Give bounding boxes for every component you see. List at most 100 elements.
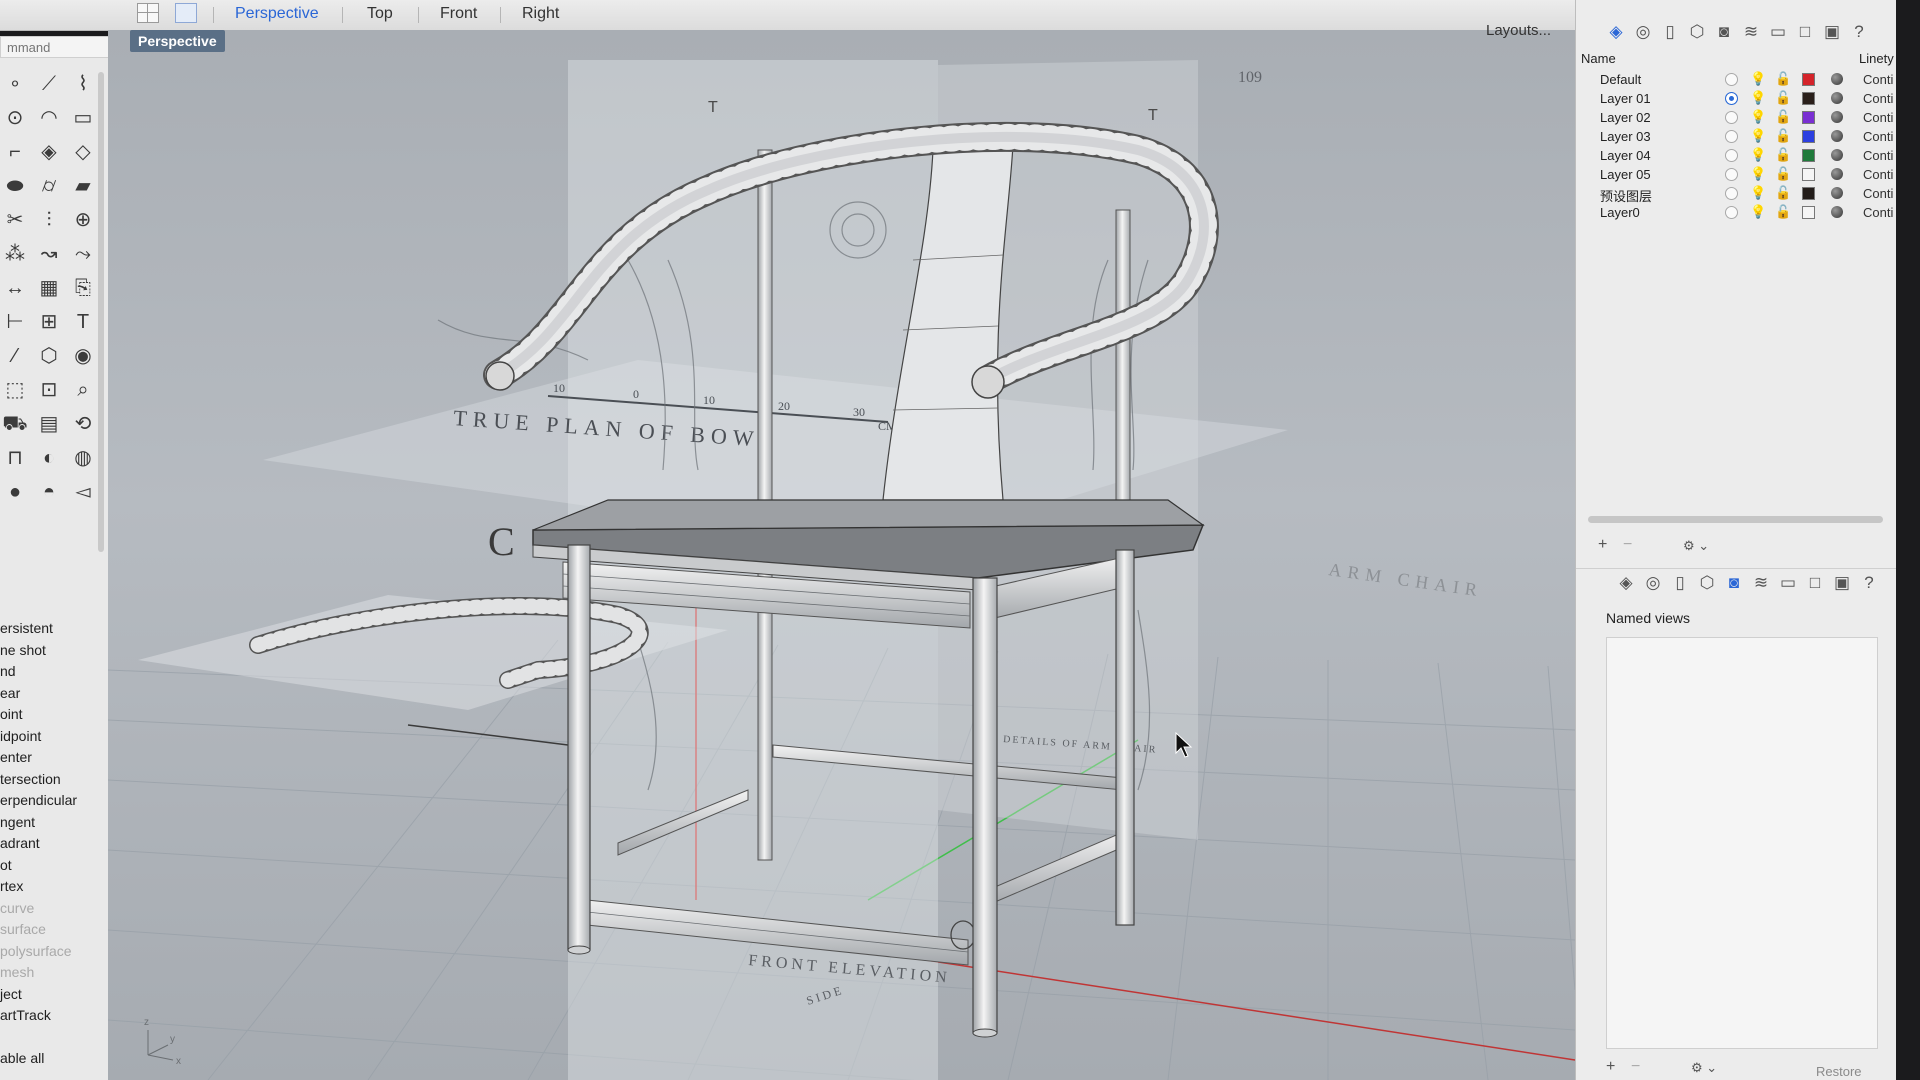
lightbulb-icon[interactable]: 💡 bbox=[1750, 109, 1766, 125]
arrow-icon[interactable]: ◅ bbox=[70, 480, 96, 504]
lightbulb-icon[interactable]: 💡 bbox=[1750, 90, 1766, 106]
camera-icon[interactable]: ◙ bbox=[1714, 22, 1734, 42]
layer-options-button[interactable]: ⚙ ⌄ bbox=[1683, 538, 1709, 554]
square-icon[interactable]: □ bbox=[1805, 573, 1825, 593]
layers-icon[interactable]: ◈ bbox=[1606, 22, 1626, 42]
patch-icon[interactable]: ◇ bbox=[70, 140, 96, 164]
osnap-item[interactable]: enter bbox=[0, 749, 32, 765]
osnap-item[interactable]: ear bbox=[0, 685, 20, 701]
lock-icon[interactable]: 🔓 bbox=[1775, 185, 1791, 201]
layer-name[interactable]: Layer 02 bbox=[1600, 110, 1651, 125]
display-icon[interactable]: ▣ bbox=[1832, 573, 1852, 593]
layer-row[interactable]: Default 💡 🔓 Conti bbox=[1576, 70, 1896, 89]
mesh-icon[interactable]: ⬡ bbox=[36, 344, 62, 368]
lock-icon[interactable]: 🔓 bbox=[1775, 90, 1791, 106]
zoom-icon[interactable]: ⌕ bbox=[70, 378, 96, 402]
zoom-extent-icon[interactable]: ⊡ bbox=[36, 378, 62, 402]
viewport-label[interactable]: Perspective bbox=[130, 30, 225, 52]
circle-icon[interactable]: ⊙ bbox=[2, 106, 28, 130]
column-name-header[interactable]: Name bbox=[1581, 51, 1616, 66]
box-icon[interactable]: ⬡ bbox=[1697, 573, 1717, 593]
column-linetype-header[interactable]: Linety bbox=[1859, 51, 1894, 66]
current-layer-radio[interactable] bbox=[1725, 92, 1738, 105]
lock-icon[interactable]: 🔓 bbox=[1775, 204, 1791, 220]
layer-color-swatch[interactable] bbox=[1802, 187, 1815, 200]
osnap-item[interactable]: curve bbox=[0, 900, 34, 916]
offset-icon[interactable]: ↝ bbox=[36, 242, 62, 266]
box-icon[interactable]: ⬡ bbox=[1687, 22, 1707, 42]
lightbulb-icon[interactable]: 💡 bbox=[1750, 204, 1766, 220]
add-layer-button[interactable]: + bbox=[1598, 536, 1607, 554]
lock-icon[interactable]: 🔓 bbox=[1775, 147, 1791, 163]
dim-icon[interactable]: ⊢ bbox=[2, 310, 28, 334]
current-layer-radio[interactable] bbox=[1725, 111, 1738, 124]
layer-linetype[interactable]: Conti bbox=[1863, 167, 1893, 182]
layer-color-swatch[interactable] bbox=[1802, 130, 1815, 143]
command-input[interactable] bbox=[5, 39, 114, 56]
current-layer-radio[interactable] bbox=[1725, 149, 1738, 162]
layer-color-swatch[interactable] bbox=[1802, 111, 1815, 124]
zoom-window-icon[interactable]: ⬚ bbox=[2, 378, 28, 402]
layer-horizontal-scrollbar[interactable] bbox=[1588, 516, 1883, 523]
display-icon[interactable]: ▣ bbox=[1822, 22, 1842, 42]
surface-icon[interactable]: ◈ bbox=[36, 140, 62, 164]
polyline-icon[interactable]: ⟋ bbox=[36, 72, 62, 96]
layer-color-swatch[interactable] bbox=[1802, 149, 1815, 162]
toolbar-scrollbar[interactable] bbox=[98, 72, 104, 552]
material-icon[interactable] bbox=[1831, 187, 1843, 199]
four-viewports-icon[interactable] bbox=[137, 3, 159, 23]
osnap-item[interactable]: ersistent bbox=[0, 620, 53, 636]
lightbulb-icon[interactable]: 💡 bbox=[1750, 71, 1766, 87]
osnap-item[interactable]: ne shot bbox=[0, 642, 46, 658]
grid-icon[interactable]: ⊞ bbox=[36, 310, 62, 334]
move-icon[interactable]: ↔ bbox=[2, 276, 28, 300]
osnap-item[interactable]: tersection bbox=[0, 771, 61, 787]
material-icon[interactable] bbox=[1831, 73, 1843, 85]
layer-color-swatch[interactable] bbox=[1802, 168, 1815, 181]
material-icon[interactable] bbox=[1831, 92, 1843, 104]
document-icon[interactable]: ▯ bbox=[1660, 22, 1680, 42]
transform-icon[interactable]: ⟲ bbox=[70, 412, 96, 436]
osnap-item[interactable]: able all bbox=[0, 1050, 44, 1066]
solid-icon[interactable]: ⬬ bbox=[2, 174, 28, 198]
render-icon[interactable]: ◉ bbox=[70, 344, 96, 368]
chair-model-scene[interactable]: TRUE PLAN OF BOW FRONT ELEVATION SIDE AR… bbox=[108, 30, 1575, 1080]
help-icon[interactable]: ? bbox=[1849, 22, 1869, 42]
remove-layer-button[interactable]: − bbox=[1623, 536, 1632, 554]
osnap-item[interactable]: adrant bbox=[0, 835, 40, 851]
lock-icon[interactable]: 🔓 bbox=[1775, 128, 1791, 144]
curve-icon[interactable]: ⌇ bbox=[70, 72, 96, 96]
lightbulb-icon[interactable]: 💡 bbox=[1750, 166, 1766, 182]
lightbulb-icon[interactable]: 💡 bbox=[1750, 185, 1766, 201]
group-icon[interactable]: ⁂ bbox=[2, 242, 28, 266]
layer-name[interactable]: Layer 05 bbox=[1600, 167, 1651, 182]
extrude-icon[interactable]: ▰ bbox=[70, 174, 96, 198]
osnap-item[interactable]: ot bbox=[0, 857, 12, 873]
fillet-icon[interactable]: ⌐ bbox=[2, 140, 28, 164]
current-layer-radio[interactable] bbox=[1725, 73, 1738, 86]
split-icon[interactable]: ⫶ bbox=[36, 208, 62, 232]
layer-name[interactable]: Layer 04 bbox=[1600, 148, 1651, 163]
material-icon[interactable]: ▤ bbox=[36, 412, 62, 436]
tab-front[interactable]: Front bbox=[440, 5, 477, 23]
lock-icon[interactable]: 🔓 bbox=[1775, 71, 1791, 87]
library-icon[interactable]: ≋ bbox=[1741, 22, 1761, 42]
current-layer-radio[interactable] bbox=[1725, 187, 1738, 200]
material-icon[interactable] bbox=[1831, 149, 1843, 161]
layer-linetype[interactable]: Conti bbox=[1863, 72, 1893, 87]
tab-top[interactable]: Top bbox=[367, 5, 393, 23]
osnap-item[interactable]: mesh bbox=[0, 964, 34, 980]
layer-row[interactable]: Layer 03 💡 🔓 Conti bbox=[1576, 127, 1896, 146]
trim-icon[interactable]: ✂ bbox=[2, 208, 28, 232]
perspective-viewport[interactable]: TRUE PLAN OF BOW FRONT ELEVATION SIDE AR… bbox=[108, 30, 1575, 1080]
osnap-item[interactable]: idpoint bbox=[0, 728, 41, 744]
layers-icon[interactable]: ◈ bbox=[1616, 573, 1636, 593]
array-icon[interactable]: ▦ bbox=[36, 276, 62, 300]
osnap-item[interactable]: surface bbox=[0, 921, 46, 937]
osnap-item[interactable]: ngent bbox=[0, 814, 35, 830]
layer-linetype[interactable]: Conti bbox=[1863, 110, 1893, 125]
shade-icon[interactable]: ◐ bbox=[36, 446, 62, 470]
osnap-item[interactable]: erpendicular bbox=[0, 792, 77, 808]
current-layer-radio[interactable] bbox=[1725, 168, 1738, 181]
layer-row[interactable]: Layer 04 💡 🔓 Conti bbox=[1576, 146, 1896, 165]
